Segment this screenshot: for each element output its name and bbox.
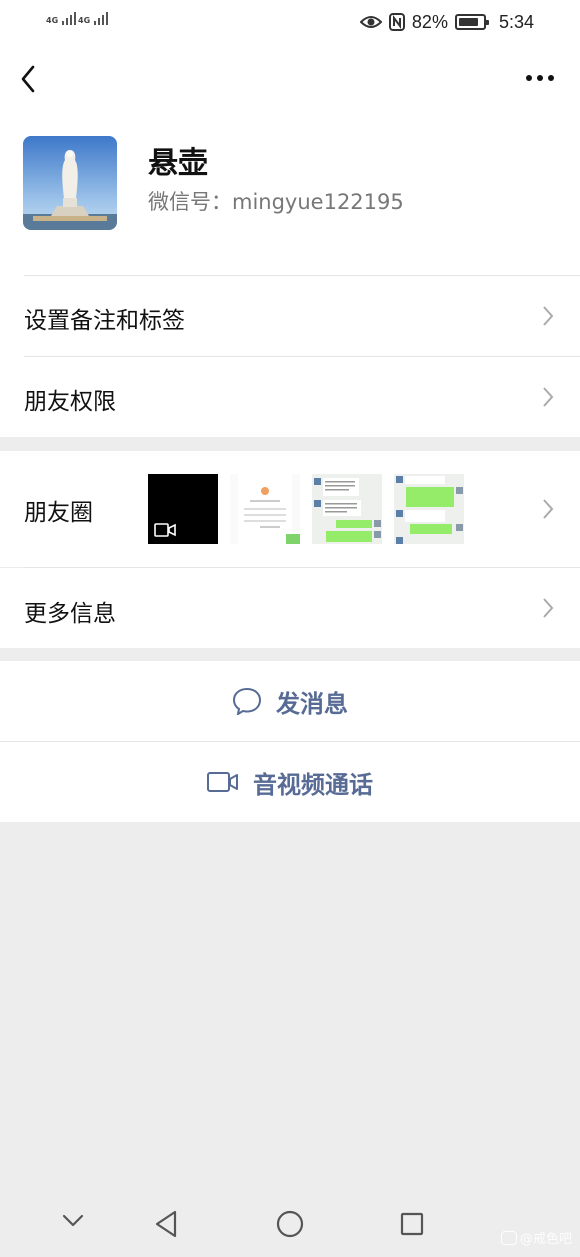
moments-thumbnail-video[interactable] xyxy=(148,474,218,544)
video-call-icon xyxy=(207,772,238,792)
watermark-text: @戒色吧 xyxy=(519,1232,572,1247)
system-navigation-bar: @戒色吧 xyxy=(0,1190,580,1257)
avatar[interactable] xyxy=(23,136,117,230)
clock: 5:34 xyxy=(498,11,534,32)
signal-label-1: 4G xyxy=(46,16,59,25)
wechat-id: 微信号：mingyue122195 xyxy=(148,190,404,214)
video-icon xyxy=(154,523,176,537)
signal-label-2: 4G xyxy=(78,16,91,25)
avatar-image xyxy=(23,136,117,230)
signal-indicator-2: 4G xyxy=(78,12,108,25)
more-info-label: 更多信息 xyxy=(24,601,116,627)
signal-indicator-1: 4G xyxy=(46,12,76,25)
chevron-right-icon xyxy=(543,598,554,618)
remarks-tags-label: 设置备注和标签 xyxy=(24,308,185,334)
status-right-group: 82% 5:34 xyxy=(359,10,534,34)
chevron-left-icon[interactable] xyxy=(16,62,42,96)
battery-percent: 82% xyxy=(411,11,448,32)
moments-thumbnail-chat[interactable] xyxy=(394,474,464,544)
friend-permissions-row[interactable]: 朋友权限 xyxy=(0,357,580,437)
watermark: @戒色吧 xyxy=(500,1228,572,1247)
signal-bars-icon xyxy=(93,12,108,25)
send-message-button[interactable]: 发消息 xyxy=(0,661,580,741)
moments-thumbnails[interactable] xyxy=(148,474,464,544)
chevron-right-icon xyxy=(543,499,554,519)
friend-permissions-label: 朋友权限 xyxy=(24,389,116,415)
chevron-right-icon xyxy=(543,387,554,407)
nickname: 悬壶 xyxy=(148,146,208,181)
watermark-logo-icon xyxy=(500,1230,517,1245)
battery-icon xyxy=(454,14,489,30)
remarks-tags-row[interactable]: 设置备注和标签 xyxy=(0,276,580,356)
more-dots-icon[interactable] xyxy=(526,66,554,90)
chat-bubble-icon xyxy=(232,687,262,715)
status-bar: 4G 4G 82% 5:34 xyxy=(0,0,580,44)
video-call-button[interactable]: 音视频通话 xyxy=(0,742,580,822)
screenshot-image xyxy=(230,474,300,544)
moments-thumbnail-chat[interactable] xyxy=(312,474,382,544)
chat-screenshot-image xyxy=(394,474,464,544)
moments-thumbnail-screenshot[interactable] xyxy=(230,474,300,544)
back-triangle-icon[interactable] xyxy=(154,1210,178,1238)
signal-bars-icon xyxy=(61,12,76,25)
chevron-down-icon[interactable] xyxy=(62,1214,84,1228)
nfc-icon xyxy=(388,13,405,31)
home-circle-icon[interactable] xyxy=(276,1210,304,1238)
chevron-right-icon xyxy=(543,306,554,326)
moments-label: 朋友圈 xyxy=(24,500,93,526)
eye-icon xyxy=(359,16,382,28)
send-message-label: 发消息 xyxy=(276,689,348,718)
chat-screenshot-image xyxy=(312,474,382,544)
more-info-row[interactable]: 更多信息 xyxy=(0,568,580,648)
video-call-label: 音视频通话 xyxy=(253,770,373,799)
recents-square-icon[interactable] xyxy=(400,1212,424,1236)
battery-fill xyxy=(458,18,478,26)
